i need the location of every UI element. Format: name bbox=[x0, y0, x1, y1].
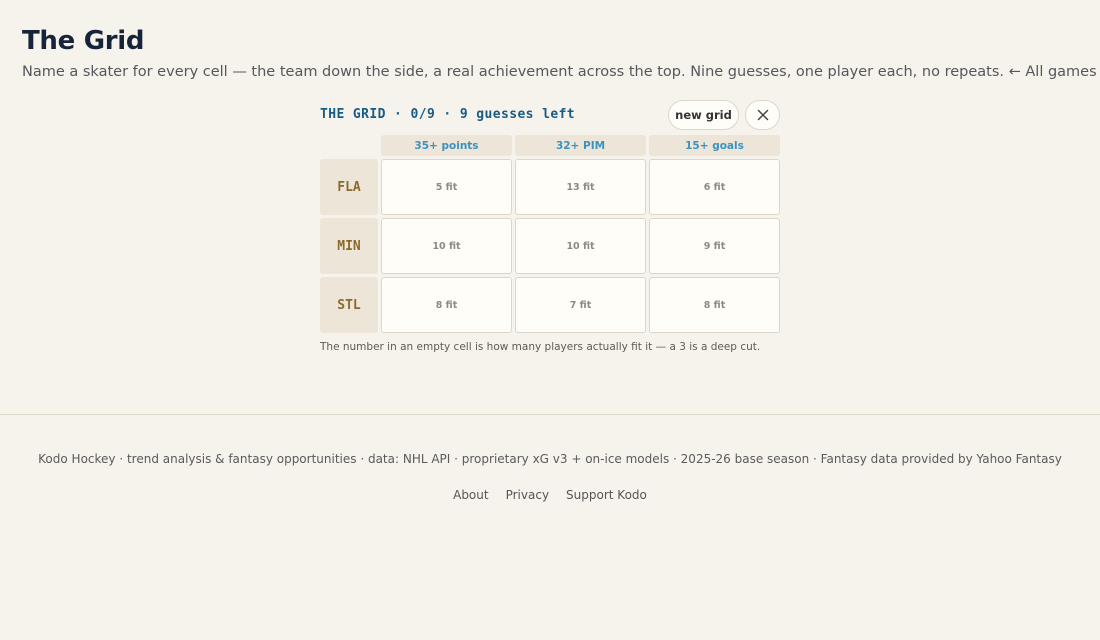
footer-link-about[interactable]: About bbox=[453, 488, 488, 502]
grid-cell-min-points[interactable]: 10 fit bbox=[381, 218, 512, 274]
footer-credits: Kodo Hockey · trend analysis & fantasy o… bbox=[38, 452, 1062, 466]
row-header-fla: FLA bbox=[320, 159, 378, 215]
grid-cell-stl-points[interactable]: 8 fit bbox=[381, 277, 512, 333]
column-header-goals: 15+ goals bbox=[649, 135, 780, 156]
grid-hint: The number in an empty cell is how many … bbox=[320, 341, 761, 353]
close-icon bbox=[757, 109, 768, 121]
row-header-min: MIN bbox=[320, 218, 378, 274]
grid-corner bbox=[320, 135, 378, 156]
column-header-pim: 32+ PIM bbox=[515, 135, 646, 156]
page-title: The Grid bbox=[22, 26, 145, 56]
grid-game: THE GRID · 0/9 · 9 guesses left new grid… bbox=[320, 100, 780, 353]
subtitle-text: Name a skater for every cell — the team … bbox=[22, 64, 1004, 80]
all-games-link[interactable]: ← All games bbox=[1009, 64, 1097, 80]
footer-divider bbox=[0, 414, 1100, 415]
grid-cell-stl-pim[interactable]: 7 fit bbox=[515, 277, 646, 333]
page-subtitle: Name a skater for every cell — the team … bbox=[22, 64, 1097, 80]
grid-cell-fla-goals[interactable]: 6 fit bbox=[649, 159, 780, 215]
footer-links: About Privacy Support Kodo bbox=[0, 488, 1100, 502]
guess-status: THE GRID · 0/9 · 9 guesses left bbox=[320, 107, 576, 122]
grid-cell-stl-goals[interactable]: 8 fit bbox=[649, 277, 780, 333]
grid-cell-fla-pim[interactable]: 13 fit bbox=[515, 159, 646, 215]
footer-link-privacy[interactable]: Privacy bbox=[506, 488, 549, 502]
grid-board: 35+ points 32+ PIM 15+ goals FLA 5 fit 1… bbox=[320, 135, 780, 333]
grid-cell-fla-points[interactable]: 5 fit bbox=[381, 159, 512, 215]
grid-cell-min-goals[interactable]: 9 fit bbox=[649, 218, 780, 274]
new-grid-button[interactable]: new grid bbox=[668, 100, 739, 130]
game-header: THE GRID · 0/9 · 9 guesses left new grid bbox=[320, 100, 780, 130]
column-header-points: 35+ points bbox=[381, 135, 512, 156]
footer-link-support[interactable]: Support Kodo bbox=[566, 488, 647, 502]
close-button[interactable] bbox=[745, 100, 780, 130]
row-header-stl: STL bbox=[320, 277, 378, 333]
grid-cell-min-pim[interactable]: 10 fit bbox=[515, 218, 646, 274]
